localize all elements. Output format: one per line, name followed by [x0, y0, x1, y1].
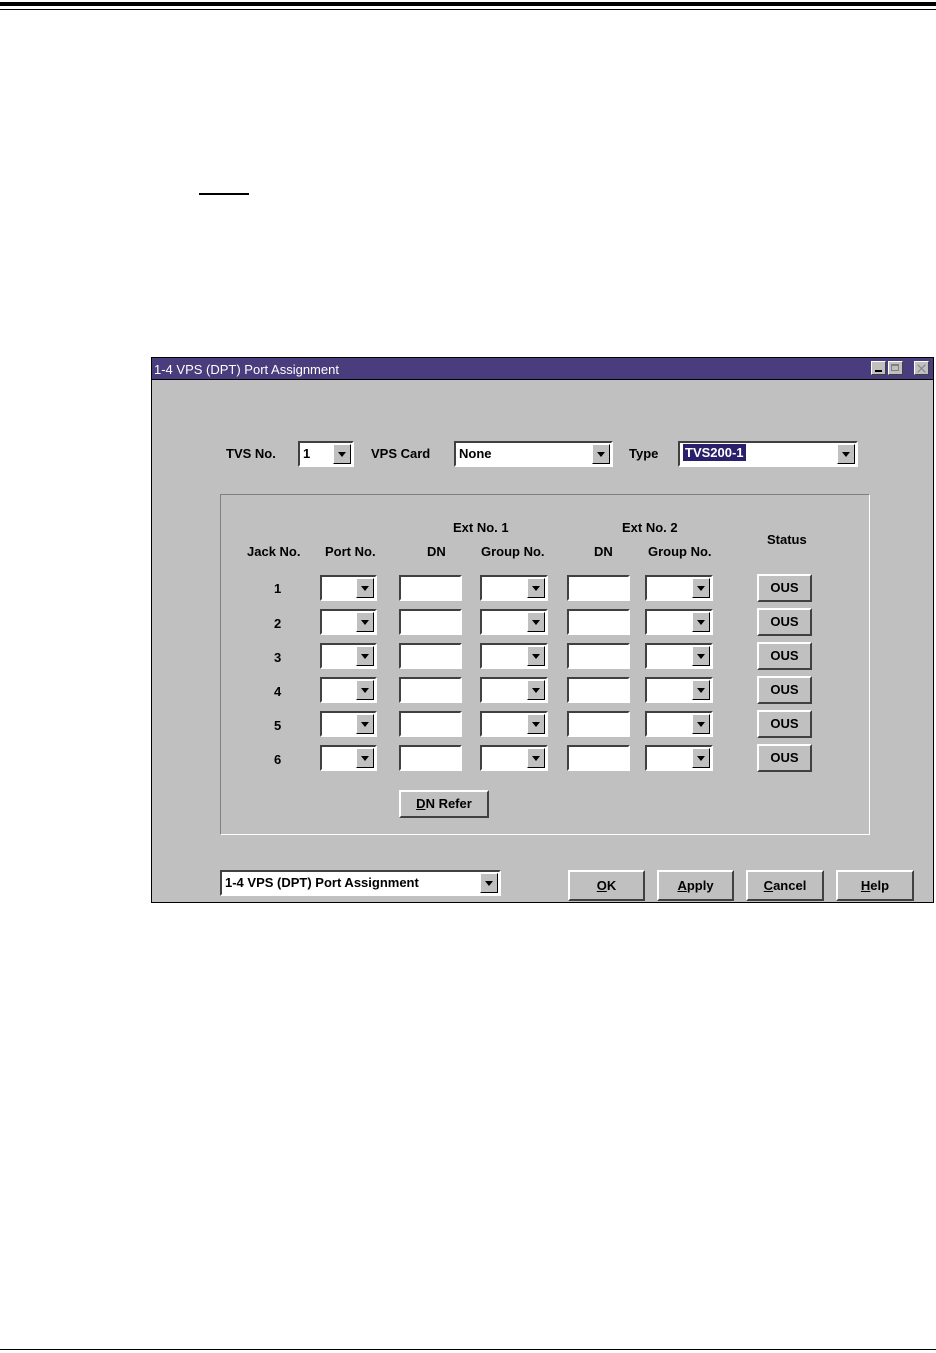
jack-number: 3 — [274, 650, 282, 665]
ext2-dn-field[interactable] — [567, 609, 630, 635]
ext2-group-select[interactable] — [645, 745, 713, 771]
jack-number: 1 — [274, 581, 282, 596]
type-label: Type — [629, 446, 659, 461]
vps-card-select[interactable]: None — [454, 441, 613, 467]
cancel-button[interactable]: Cancel — [746, 870, 824, 901]
ext2-dn-field[interactable] — [567, 677, 630, 703]
chevron-down-icon[interactable] — [356, 612, 374, 632]
status-button[interactable]: OUS — [757, 744, 812, 772]
type-select[interactable]: TVS200-1 — [678, 441, 858, 467]
header-ext2-dn: DN — [594, 544, 613, 559]
jack-number: 5 — [274, 718, 282, 733]
chevron-down-icon[interactable] — [692, 646, 710, 666]
page-header-rule-thick — [0, 2, 936, 6]
maximize-icon[interactable] — [888, 361, 903, 375]
ext2-dn-field[interactable] — [567, 745, 630, 771]
status-button[interactable]: OUS — [757, 642, 812, 670]
minimize-icon[interactable] — [871, 361, 886, 375]
ext1-dn-field[interactable] — [399, 745, 462, 771]
screen-select-value: 1-4 VPS (DPT) Port Assignment — [225, 875, 419, 890]
type-value: TVS200-1 — [683, 444, 746, 461]
chevron-down-icon[interactable] — [692, 680, 710, 700]
help-button[interactable]: Help — [836, 870, 914, 901]
chevron-down-icon[interactable] — [333, 444, 351, 464]
chevron-down-icon[interactable] — [356, 680, 374, 700]
dn-refer-button[interactable]: DN Refer — [399, 790, 489, 818]
ext1-dn-field[interactable] — [399, 711, 462, 737]
chevron-down-icon[interactable] — [356, 578, 374, 598]
ext2-group-select[interactable] — [645, 609, 713, 635]
port-no-select[interactable] — [320, 745, 377, 771]
header-ext-no-2: Ext No. 2 — [622, 520, 678, 535]
chevron-down-icon[interactable] — [527, 578, 545, 598]
vps-card-label: VPS Card — [371, 446, 431, 461]
ext1-group-select[interactable] — [480, 711, 548, 737]
port-no-select[interactable] — [320, 609, 377, 635]
ext1-group-select[interactable] — [480, 609, 548, 635]
jack-number: 4 — [274, 684, 282, 699]
chevron-down-icon[interactable] — [480, 873, 498, 893]
page-header-rule-thin — [0, 9, 936, 10]
window-title: 1-4 VPS (DPT) Port Assignment — [154, 362, 339, 377]
ext2-group-select[interactable] — [645, 711, 713, 737]
apply-button[interactable]: Apply — [657, 870, 734, 901]
ext1-group-select[interactable] — [480, 745, 548, 771]
close-icon[interactable] — [914, 361, 929, 375]
port-no-select[interactable] — [320, 711, 377, 737]
chevron-down-icon[interactable] — [692, 612, 710, 632]
status-button[interactable]: OUS — [757, 574, 812, 602]
ext1-dn-field[interactable] — [399, 677, 462, 703]
header-status: Status — [767, 532, 807, 547]
tvs-no-label: TVS No. — [226, 446, 276, 461]
status-button[interactable]: OUS — [757, 710, 812, 738]
status-button[interactable]: OUS — [757, 608, 812, 636]
ext1-group-select[interactable] — [480, 575, 548, 601]
chevron-down-icon[interactable] — [527, 748, 545, 768]
chevron-down-icon[interactable] — [692, 748, 710, 768]
port-no-select[interactable] — [320, 677, 377, 703]
status-button[interactable]: OUS — [757, 676, 812, 704]
tvs-no-value: 1 — [303, 446, 311, 461]
ext1-dn-field[interactable] — [399, 575, 462, 601]
chevron-down-icon[interactable] — [356, 646, 374, 666]
ext2-dn-field[interactable] — [567, 643, 630, 669]
chevron-down-icon[interactable] — [692, 578, 710, 598]
header-ext1-dn: DN — [427, 544, 446, 559]
header-ext2-group-no: Group No. — [648, 544, 712, 559]
jack-number: 6 — [274, 752, 282, 767]
header-jack-no: Jack No. — [247, 544, 301, 559]
chevron-down-icon[interactable] — [837, 444, 855, 464]
port-assignment-window: 1-4 VPS (DPT) Port Assignment TVS No. 1 … — [151, 357, 934, 903]
chevron-down-icon[interactable] — [527, 612, 545, 632]
screen-select[interactable]: 1-4 VPS (DPT) Port Assignment — [220, 870, 501, 896]
chevron-down-icon[interactable] — [527, 680, 545, 700]
ext2-group-select[interactable] — [645, 643, 713, 669]
page-footer-rule — [0, 1349, 936, 1350]
page-underline-mark — [199, 193, 249, 195]
ext1-dn-field[interactable] — [399, 643, 462, 669]
ext1-group-select[interactable] — [480, 643, 548, 669]
port-no-select[interactable] — [320, 575, 377, 601]
chevron-down-icon[interactable] — [692, 714, 710, 734]
ext2-group-select[interactable] — [645, 677, 713, 703]
chevron-down-icon[interactable] — [356, 748, 374, 768]
port-no-select[interactable] — [320, 643, 377, 669]
chevron-down-icon[interactable] — [527, 646, 545, 666]
ok-button[interactable]: OK — [568, 870, 645, 901]
ext2-dn-field[interactable] — [567, 575, 630, 601]
vps-card-value: None — [459, 446, 492, 461]
chevron-down-icon[interactable] — [527, 714, 545, 734]
ext1-group-select[interactable] — [480, 677, 548, 703]
ext2-group-select[interactable] — [645, 575, 713, 601]
chevron-down-icon[interactable] — [356, 714, 374, 734]
chevron-down-icon[interactable] — [592, 444, 610, 464]
header-ext-no-1: Ext No. 1 — [453, 520, 509, 535]
window-titlebar[interactable]: 1-4 VPS (DPT) Port Assignment — [152, 358, 933, 380]
header-ext1-group-no: Group No. — [481, 544, 545, 559]
ext1-dn-field[interactable] — [399, 609, 462, 635]
ext2-dn-field[interactable] — [567, 711, 630, 737]
header-port-no: Port No. — [325, 544, 376, 559]
tvs-no-select[interactable]: 1 — [298, 441, 354, 467]
jack-number: 2 — [274, 616, 282, 631]
